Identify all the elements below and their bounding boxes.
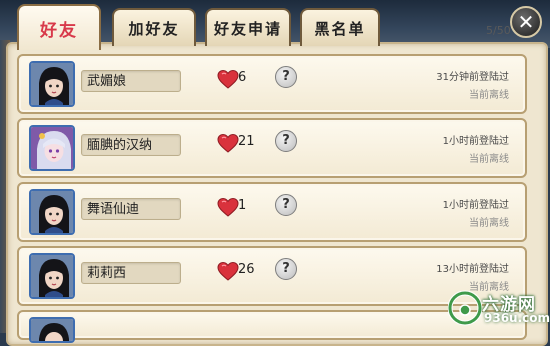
close-button[interactable]: ✕ — [510, 6, 542, 38]
question-icon: ? — [282, 69, 290, 84]
friend-name: 武媚娘 — [81, 70, 181, 92]
heart-icon — [217, 261, 239, 281]
last-login-text: 1小时前登陆过 — [442, 136, 509, 147]
female-warrior-avatar — [29, 189, 75, 235]
female-warrior-avatar — [29, 253, 75, 299]
heart-count: 21 — [238, 134, 255, 149]
help-button[interactable]: ? — [275, 258, 297, 280]
help-button[interactable]: ? — [275, 66, 297, 88]
heart-icon — [217, 133, 239, 153]
friend-name: 莉莉西 — [81, 262, 181, 284]
friend-row[interactable]: 腼腆的汉纳 21 ? 1小时前登陆过 当前离线 — [17, 118, 527, 178]
silver-hair-girl-avatar — [29, 125, 75, 171]
friend-row[interactable]: 武媚娘 6 ? 31分钟前登陆过 当前离线 — [17, 54, 527, 114]
heart-count: 6 — [238, 70, 247, 85]
watermark-logo-icon — [448, 290, 482, 326]
female-warrior-avatar — [29, 61, 75, 107]
site-watermark: 六游网 936u.com — [448, 286, 550, 330]
help-button[interactable]: ? — [275, 194, 297, 216]
tab-blacklist[interactable]: 黑名单 — [300, 8, 380, 46]
heart-icon — [217, 69, 239, 89]
online-status: 当前离线 — [469, 90, 509, 101]
last-login-text: 13小时前登陆过 — [436, 264, 509, 275]
question-icon: ? — [282, 261, 290, 276]
friend-name: 舞语仙迪 — [81, 198, 181, 220]
online-status: 当前离线 — [469, 154, 509, 165]
heart-count: 1 — [238, 198, 247, 213]
female-warrior-avatar — [29, 317, 75, 343]
tab-friends[interactable]: 好友 — [17, 4, 101, 50]
tab-friend-requests[interactable]: 好友申请 — [205, 8, 291, 46]
heart-icon — [217, 197, 239, 217]
online-status: 当前离线 — [469, 218, 509, 229]
question-icon: ? — [282, 197, 290, 212]
last-login-text: 1小时前登陆过 — [442, 200, 509, 211]
last-login-text: 31分钟前登陆过 — [436, 72, 509, 83]
tab-add-friend[interactable]: 加好友 — [112, 8, 196, 46]
close-icon: ✕ — [517, 10, 535, 34]
question-icon: ? — [282, 133, 290, 148]
help-button[interactable]: ? — [275, 130, 297, 152]
friend-name: 腼腆的汉纳 — [81, 134, 181, 156]
heart-count: 26 — [238, 262, 255, 277]
watermark-url: 936u.com — [484, 311, 550, 325]
friend-row[interactable]: 舞语仙迪 1 ? 1小时前登陆过 当前离线 — [17, 182, 527, 242]
